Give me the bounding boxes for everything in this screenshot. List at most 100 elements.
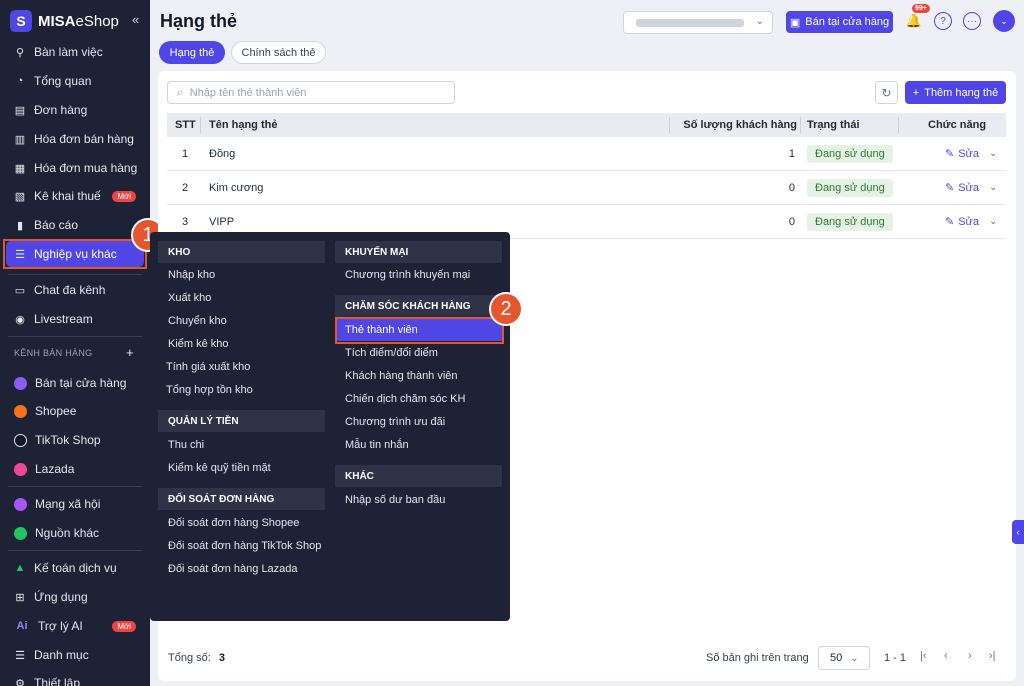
- logo-icon: S: [10, 10, 32, 32]
- menu-item-tong-hop-ton-kho[interactable]: Tổng hợp tồn kho: [166, 384, 253, 396]
- menu-item-doi-soat-shopee[interactable]: Đối soát đơn hàng Shopee: [168, 517, 299, 529]
- page-size-select[interactable]: 50 ⌄: [818, 646, 870, 670]
- column-header-count: Số lượng khách hàng: [683, 119, 797, 131]
- sidebar-item-danh-muc[interactable]: ☰ Danh mục: [6, 642, 144, 668]
- chevron-down-icon: ⌄: [755, 16, 764, 27]
- menu-item-kiem-ke-kho[interactable]: Kiểm kê kho: [168, 338, 229, 350]
- livestream-icon: ◉: [15, 313, 25, 326]
- sidebar-channel-lazada[interactable]: Lazada: [6, 456, 144, 482]
- sidebar-item-tong-quan[interactable]: ◔ Tổng quan: [6, 68, 144, 94]
- tiktok-icon: [14, 433, 27, 447]
- chevron-down-icon[interactable]: ⌄: [989, 182, 997, 193]
- next-page-button[interactable]: ›: [968, 650, 972, 662]
- page-title: Hạng thẻ: [160, 11, 238, 31]
- chevron-down-icon[interactable]: ⌄: [989, 148, 997, 159]
- store-select[interactable]: ⌄: [623, 11, 773, 34]
- menu-item-chuong-trinh-uu-dai[interactable]: Chương trình ưu đãi: [345, 416, 445, 428]
- pin-icon: ⚲: [15, 46, 25, 59]
- shopee-icon: [14, 404, 27, 418]
- plus-icon: +: [912, 86, 920, 99]
- edit-button[interactable]: ✎ Sửa ⌄: [945, 137, 997, 170]
- logo[interactable]: S MISAeShop: [10, 10, 119, 32]
- per-page-label: Số bản ghi trên trang: [706, 652, 809, 664]
- menu-heading-khuyen-mai: KHUYẾN MẠI: [335, 241, 502, 263]
- invoice-icon: ▥: [14, 133, 26, 146]
- sidebar-item-chat-da-kenh[interactable]: ▭ Chat đa kênh: [6, 277, 144, 303]
- divider: [8, 274, 142, 275]
- menu-heading-doi-soat: ĐỐI SOÁT ĐƠN HÀNG: [158, 488, 325, 510]
- store-sales-button[interactable]: ▣ Bán tại cửa hàng: [786, 11, 893, 33]
- sidebar-item-nguon-khac[interactable]: Nguồn khác: [6, 520, 144, 546]
- sidebar-item-label: Kê khai thuế: [34, 189, 101, 203]
- tab-hang-the[interactable]: Hạng thẻ: [159, 41, 225, 64]
- divider: [8, 486, 142, 487]
- sidebar-channel-tiktok[interactable]: TikTok Shop: [6, 427, 144, 453]
- apps-icon: ⊞: [15, 591, 25, 604]
- menu-heading-khac: KHÁC: [335, 465, 502, 487]
- table-row[interactable]: 2 Kim cương 0 Đang sử dụng ✎ Sửa ⌄: [167, 171, 1006, 205]
- table-row[interactable]: 1 Đồng 1 Đang sử dụng ✎ Sửa ⌄: [167, 137, 1006, 171]
- edit-button[interactable]: ✎ Sửa ⌄: [945, 171, 997, 204]
- menu-item-nhap-so-du[interactable]: Nhập số dư ban đầu: [345, 494, 445, 506]
- first-page-button[interactable]: |‹: [920, 650, 927, 662]
- add-card-tier-button[interactable]: + Thêm hạng thẻ: [905, 81, 1006, 104]
- new-badge: Mới: [112, 620, 136, 632]
- menu-item-tich-diem[interactable]: Tích điểm/đổi điểm: [345, 347, 438, 359]
- collapse-sidebar-button[interactable]: «: [132, 12, 139, 27]
- social-icon: [14, 497, 27, 511]
- edit-button[interactable]: ✎ Sửa ⌄: [945, 205, 997, 238]
- column-divider: [800, 117, 801, 133]
- compass-icon: ◔: [16, 75, 24, 87]
- sidebar-channel-store[interactable]: Bán tại cửa hàng: [6, 370, 144, 396]
- menu-item-khach-hang-thanh-vien[interactable]: Khách hàng thành viên: [345, 370, 458, 382]
- bell-icon[interactable]: 🔔: [905, 12, 923, 30]
- menu-item-kiem-ke-quy[interactable]: Kiểm kê quỹ tiền mặt: [168, 462, 271, 474]
- tab-chinh-sach-the[interactable]: Chính sách thẻ: [231, 41, 326, 64]
- sidebar-item-tro-ly-ai[interactable]: Ai Trợ lý AI Mới: [6, 613, 144, 639]
- add-channel-button[interactable]: +: [126, 345, 134, 360]
- refresh-button[interactable]: ↻: [875, 81, 898, 104]
- menu-item-xuat-kho[interactable]: Xuất kho: [168, 292, 211, 304]
- order-icon: ▤: [14, 104, 26, 117]
- sidebar-item-ung-dung[interactable]: ⊞ Ứng dụng: [6, 584, 144, 610]
- lazada-icon: [14, 462, 27, 476]
- menu-item-doi-soat-tiktok[interactable]: Đối soát đơn hàng TikTok Shop: [168, 540, 321, 552]
- sidebar-item-hoa-don-ban-hang[interactable]: ▥ Hóa đơn bán hàng: [6, 126, 144, 152]
- sidebar-item-mang-xa-hoi[interactable]: Mạng xã hội: [6, 491, 144, 517]
- menu-item-tinh-gia-xuat-kho[interactable]: Tính giá xuất kho: [166, 361, 250, 373]
- other-source-icon: [14, 526, 27, 540]
- sidebar-item-bao-cao[interactable]: ▮ Báo cáo: [6, 212, 144, 238]
- search-input[interactable]: ⌕ Nhập tên thẻ thành viên: [167, 81, 455, 104]
- sidebar-item-don-hang[interactable]: ▤ Đơn hàng: [6, 97, 144, 123]
- sidebar-item-hoa-don-mua-hang[interactable]: ▦ Hóa đơn mua hàng: [6, 155, 144, 181]
- sidebar-item-ke-khai-thue[interactable]: ▧ Kê khai thuế Mới: [6, 183, 144, 209]
- prev-page-button[interactable]: ‹: [944, 650, 948, 662]
- side-panel-toggle[interactable]: ‹: [1012, 520, 1024, 544]
- menu-item-doi-soat-lazada[interactable]: Đối soát đơn hàng Lazada: [168, 563, 298, 575]
- chevron-down-icon[interactable]: ⌄: [989, 216, 997, 227]
- store-sales-label: Bán tại cửa hàng: [805, 16, 890, 28]
- sidebar-item-livestream[interactable]: ◉ Livestream: [6, 306, 144, 332]
- menu-item-mau-tin-nhan[interactable]: Mẫu tin nhắn: [345, 439, 409, 451]
- menu-item-nhap-kho[interactable]: Nhập kho: [168, 269, 215, 281]
- sidebar-item-thiet-lap[interactable]: ⚙ Thiết lập: [6, 670, 144, 686]
- column-header-stt: STT: [175, 119, 196, 131]
- sidebar-item-label: Bàn làm việc: [34, 45, 103, 59]
- sidebar-item-label: Lazada: [35, 462, 75, 476]
- sidebar-item-ban-lam-viec[interactable]: ⚲ Bàn làm việc: [6, 39, 144, 65]
- menu-item-chuong-trinh-khuyen-mai[interactable]: Chương trình khuyến mại: [345, 269, 470, 281]
- sidebar-item-ke-toan-dich-vu[interactable]: ▲ Kế toán dịch vụ: [6, 555, 144, 581]
- sidebar-item-label: Mạng xã hội: [35, 497, 101, 511]
- help-icon[interactable]: ?: [934, 12, 952, 30]
- menu-item-chuyen-kho[interactable]: Chuyển kho: [168, 315, 227, 327]
- last-page-button[interactable]: ›|: [989, 650, 996, 662]
- menu-item-chien-dich-cham-soc[interactable]: Chiến dịch chăm sóc KH: [345, 393, 465, 405]
- row-count: 1: [788, 147, 795, 160]
- more-icon[interactable]: ···: [963, 12, 981, 30]
- gear-icon: ⚙: [15, 677, 25, 686]
- menu-item-thu-chi[interactable]: Thu chi: [168, 439, 204, 451]
- avatar[interactable]: ⌄: [993, 10, 1015, 32]
- total-count: Tổng số: 3: [168, 652, 225, 664]
- total-label: Tổng số:: [168, 652, 211, 664]
- sidebar-channel-shopee[interactable]: Shopee: [6, 398, 144, 424]
